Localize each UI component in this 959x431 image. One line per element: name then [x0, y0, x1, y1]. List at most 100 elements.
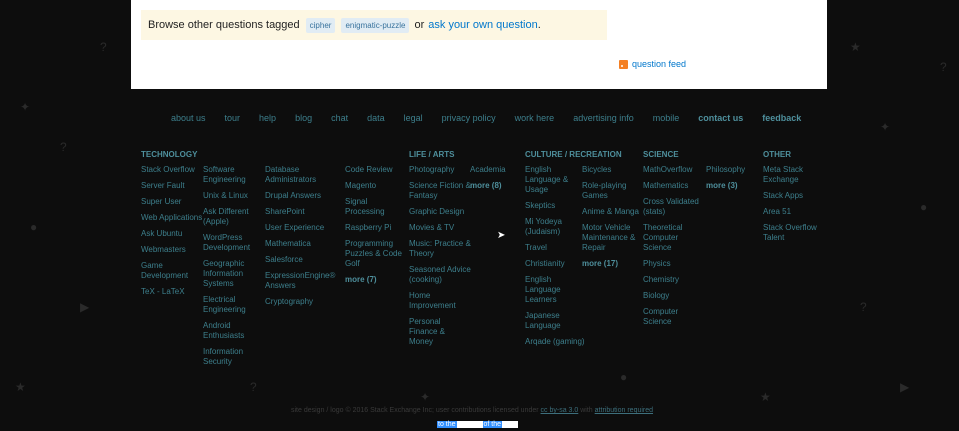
- site-link[interactable]: Webmasters: [141, 245, 203, 255]
- column-heading: TECHNOLOGY: [141, 150, 198, 159]
- site-link[interactable]: Unix & Linux: [203, 191, 265, 201]
- column-heading: [203, 150, 265, 159]
- site-link[interactable]: Stack Overflow Talent: [763, 223, 825, 243]
- site-link[interactable]: Super User: [141, 197, 203, 207]
- column-heading: OTHER: [763, 150, 791, 159]
- footer-link-tour[interactable]: tour: [225, 113, 241, 123]
- site-link[interactable]: Server Fault: [141, 181, 203, 191]
- footer-link-help[interactable]: help: [259, 113, 276, 123]
- footer-link-about-us[interactable]: about us: [171, 113, 206, 123]
- site-link[interactable]: Stack Overflow: [141, 165, 203, 175]
- site-link[interactable]: Philosophy: [706, 165, 768, 175]
- directory-column: OTHER Meta Stack Exchange Stack Apps Area 5…: [763, 150, 825, 249]
- site-link[interactable]: Signal Processing: [345, 197, 407, 217]
- site-link[interactable]: Area 51: [763, 207, 825, 217]
- site-link[interactable]: Database Administrators: [265, 165, 327, 185]
- site-link[interactable]: SharePoint: [265, 207, 327, 217]
- column-heading: [265, 150, 327, 159]
- column-heading: SCIENCE: [643, 150, 679, 159]
- more-sites-link[interactable]: more (17): [582, 259, 644, 269]
- site-link[interactable]: Christianity: [525, 259, 587, 269]
- footer-link-mobile[interactable]: mobile: [653, 113, 680, 123]
- site-link[interactable]: Web Applications: [141, 213, 203, 223]
- site-link[interactable]: Arqade (gaming): [525, 337, 587, 347]
- site-link[interactable]: Raspberry Pi: [345, 223, 407, 233]
- site-link[interactable]: Cryptography: [265, 297, 327, 307]
- site-link[interactable]: English Language & Usage: [525, 165, 587, 195]
- footer-link-legal[interactable]: legal: [404, 113, 423, 123]
- site-link[interactable]: Skeptics: [525, 201, 587, 211]
- footer-link-contact-us[interactable]: contact us: [698, 113, 743, 123]
- site-link[interactable]: Stack Apps: [763, 191, 825, 201]
- tag-enigmatic-puzzle[interactable]: enigmatic-puzzle: [341, 17, 410, 33]
- site-link[interactable]: ExpressionEngine® Answers: [265, 271, 335, 291]
- more-sites-link[interactable]: more (3): [706, 181, 768, 191]
- site-link[interactable]: Motor Vehicle Maintenance & Repair: [582, 223, 644, 253]
- site-link[interactable]: Mathematica: [265, 239, 327, 249]
- selection-gap-end: [502, 421, 519, 428]
- site-link[interactable]: Android Enthusiasts: [203, 321, 265, 341]
- site-link[interactable]: Computer Science: [643, 307, 705, 327]
- footer-link-blog[interactable]: blog: [295, 113, 312, 123]
- site-link[interactable]: TeX - LaTeX: [141, 287, 203, 297]
- site-link[interactable]: Game Development: [141, 261, 203, 281]
- site-link[interactable]: Theoretical Computer Science: [643, 223, 705, 253]
- site-link[interactable]: Music: Practice & Theory: [409, 239, 471, 259]
- site-link[interactable]: Role-playing Games: [582, 181, 644, 201]
- site-link[interactable]: Information Security: [203, 347, 265, 367]
- site-link[interactable]: Movies & TV: [409, 223, 471, 233]
- more-sites-link[interactable]: more (7): [345, 275, 407, 285]
- more-sites-link[interactable]: more (8): [470, 181, 532, 191]
- site-link[interactable]: Travel: [525, 243, 587, 253]
- site-link[interactable]: Photography: [409, 165, 471, 175]
- selected-text-part1: to the: [437, 421, 457, 428]
- site-link[interactable]: Anime & Manga: [582, 207, 644, 217]
- site-link[interactable]: Graphic Design: [409, 207, 471, 217]
- ask-question-link[interactable]: ask your own question: [428, 19, 537, 31]
- site-link[interactable]: Cross Validated (stats): [643, 197, 705, 217]
- site-link[interactable]: WordPress Development: [203, 233, 265, 253]
- site-link[interactable]: Ask Different (Apple): [203, 207, 265, 227]
- site-link[interactable]: Geographic Information Systems: [203, 259, 265, 289]
- site-link[interactable]: Seasoned Advice (cooking): [409, 265, 471, 285]
- column-heading: [582, 150, 644, 159]
- footer-link-chat[interactable]: chat: [331, 113, 348, 123]
- footer-link-feedback[interactable]: feedback: [762, 113, 801, 123]
- site-link[interactable]: Science Fiction & Fantasy: [409, 181, 471, 201]
- site-link[interactable]: Mi Yodeya (Judaism): [525, 217, 587, 237]
- footer-link-data[interactable]: data: [367, 113, 385, 123]
- selection-gap: [456, 421, 483, 428]
- tag-cipher[interactable]: cipher: [305, 17, 336, 33]
- site-link[interactable]: Chemistry: [643, 275, 705, 285]
- site-link[interactable]: Biology: [643, 291, 705, 301]
- footer-link-privacy-policy[interactable]: privacy policy: [442, 113, 496, 123]
- site-link[interactable]: Programming Puzzles & Code Golf: [345, 239, 407, 269]
- directory-column: TECHNOLOGY Stack Overflow Server Fault Supe…: [141, 150, 203, 303]
- site-link[interactable]: Home Improvement: [409, 291, 471, 311]
- site-link[interactable]: Code Review: [345, 165, 407, 175]
- site-link[interactable]: Physics: [643, 259, 705, 269]
- site-link[interactable]: Ask Ubuntu: [141, 229, 203, 239]
- site-link[interactable]: User Experience: [265, 223, 327, 233]
- site-link[interactable]: Meta Stack Exchange: [763, 165, 825, 185]
- selected-text-part2: of the: [482, 421, 503, 428]
- directory-column: Code Review Magento Signal Processing Raspb…: [345, 150, 407, 291]
- site-link[interactable]: Academia: [470, 165, 532, 175]
- sidebar-link-partial[interactable]: ··· ··· ··· ···: [643, 0, 682, 3]
- site-link[interactable]: MathOverflow: [643, 165, 705, 175]
- site-link[interactable]: Electrical Engineering: [203, 295, 265, 315]
- license-link[interactable]: cc by-sa 3.0: [541, 407, 579, 414]
- site-link[interactable]: Software Engineering: [203, 165, 265, 185]
- footer-link-advertising-info[interactable]: advertising info: [573, 113, 634, 123]
- site-link[interactable]: English Language Learners: [525, 275, 587, 305]
- site-link[interactable]: Salesforce: [265, 255, 327, 265]
- footer-link-work-here[interactable]: work here: [515, 113, 555, 123]
- site-link[interactable]: Magento: [345, 181, 407, 191]
- site-link[interactable]: Japanese Language: [525, 311, 587, 331]
- site-link[interactable]: Bicycles: [582, 165, 644, 175]
- site-link[interactable]: Mathematics: [643, 181, 705, 191]
- site-link[interactable]: Drupal Answers: [265, 191, 327, 201]
- question-feed-link[interactable]: question feed: [619, 59, 686, 69]
- site-link[interactable]: Personal Finance & Money: [409, 317, 471, 347]
- attribution-link[interactable]: attribution required: [595, 407, 653, 414]
